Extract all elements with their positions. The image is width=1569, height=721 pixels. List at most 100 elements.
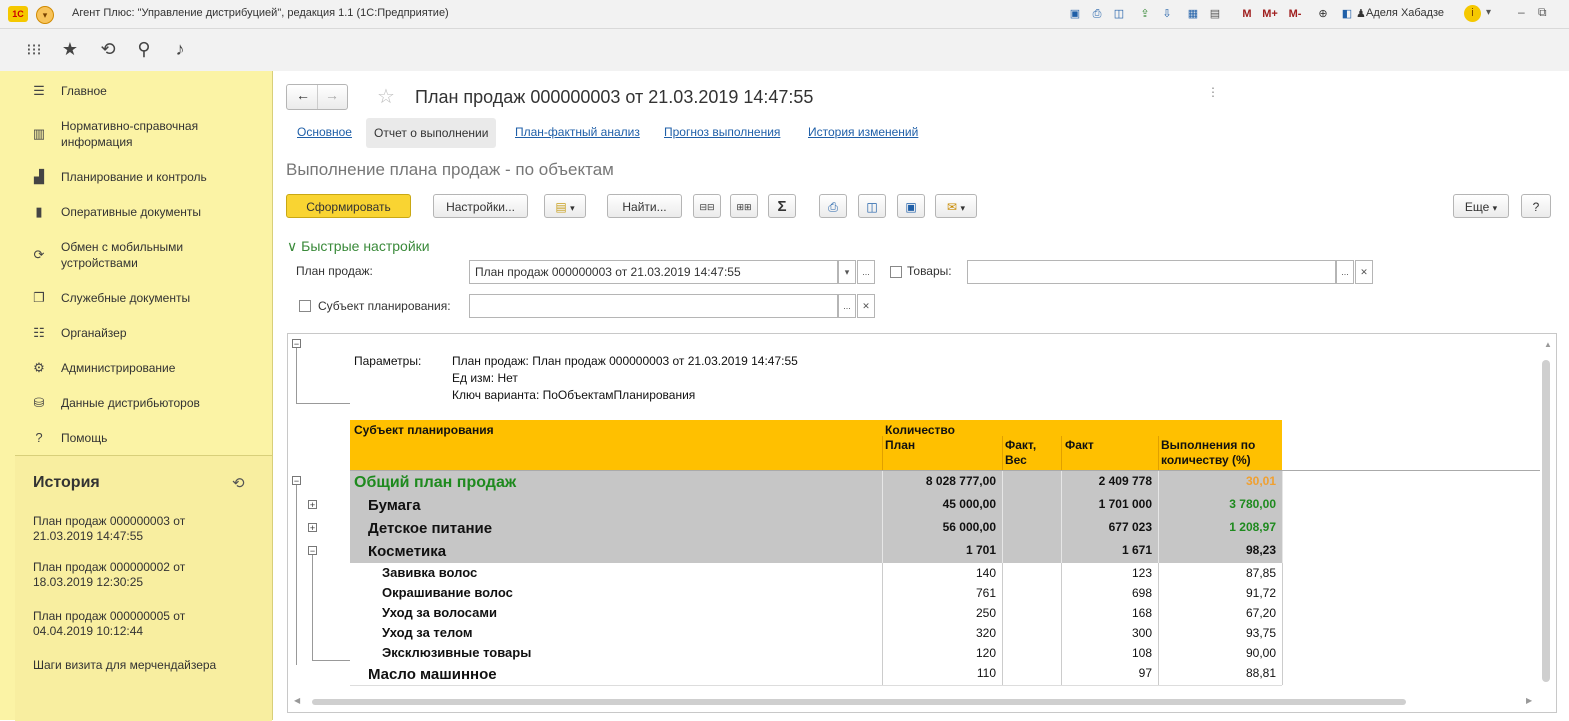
tab-main[interactable]: Основное — [297, 125, 352, 139]
save-icon[interactable]: ▣ — [897, 194, 925, 218]
group-collapse-icon[interactable]: − — [292, 476, 301, 486]
minimize-icon[interactable]: – — [1518, 5, 1525, 19]
subject-select-button[interactable]: ... — [838, 294, 856, 318]
main-menu-button[interactable]: ▾ — [36, 6, 54, 24]
tab-history[interactable]: История изменений — [808, 125, 918, 139]
history-icon[interactable]: ⟲ — [232, 474, 245, 492]
sidebar-item-label: Администрирование — [61, 361, 176, 375]
quick-settings-toggle[interactable]: ∨ Быстрые настройки — [287, 238, 430, 255]
history-icon[interactable]: ⟲ — [96, 39, 120, 60]
plan-field[interactable]: План продаж 000000003 от 21.03.2019 14:4… — [469, 260, 838, 284]
history-item[interactable]: План продаж 000000003 от 21.03.2019 14:4… — [33, 514, 243, 544]
save-icon[interactable]: ▣ — [1066, 5, 1084, 23]
window-icon[interactable]: ◧ — [1338, 5, 1356, 23]
generate-button[interactable]: Сформировать — [286, 194, 411, 218]
row-subject: Эксклюзивные товары — [382, 645, 532, 660]
star-icon[interactable]: ★ — [58, 39, 82, 60]
cell-pct: 91,72 — [1245, 586, 1276, 600]
goods-checkbox[interactable] — [890, 266, 902, 278]
scroll-left-icon[interactable]: ◀ — [294, 696, 300, 705]
subject-field[interactable] — [469, 294, 838, 318]
sidebar-item-label: Оперативные документы — [61, 205, 202, 219]
header-subject: Субъект планирования — [354, 423, 494, 437]
zoom-icon[interactable]: ⊕ — [1314, 5, 1332, 23]
plan-select-button[interactable]: ... — [857, 260, 875, 284]
expand-groups-icon[interactable]: ⊞⊞ — [730, 194, 758, 218]
print-icon[interactable]: ⎙ — [1088, 5, 1106, 23]
row-subject: Бумага — [368, 497, 421, 514]
email-button[interactable]: ✉ ▾ — [935, 194, 977, 218]
back-forward-group: ← → — [286, 84, 348, 110]
upload-icon[interactable]: ⇪ — [1136, 5, 1154, 23]
scroll-up-icon[interactable]: ▲ — [1544, 340, 1552, 349]
row-subject: Общий план продаж — [354, 474, 517, 491]
group-collapse-icon[interactable]: − — [308, 546, 317, 556]
cell-plan: 120 — [975, 646, 996, 660]
row-subject: Уход за волосами — [382, 605, 497, 620]
tab-plan-fact[interactable]: План-фактный анализ — [515, 125, 640, 139]
find-button[interactable]: Найти... — [607, 194, 682, 218]
goods-clear-button[interactable]: ✕ — [1355, 260, 1373, 284]
group-line — [296, 485, 297, 665]
info-icon[interactable]: i — [1464, 5, 1481, 22]
restore-icon[interactable]: ⧉ — [1538, 5, 1547, 20]
user-icon: ♟ — [1356, 8, 1366, 20]
settings-button[interactable]: Настройки... — [433, 194, 528, 218]
print-icon[interactable]: ⎙ — [819, 194, 847, 218]
cell-fact: 97 — [1138, 666, 1152, 680]
divider — [1282, 643, 1283, 663]
favorite-star-icon[interactable]: ☆ — [377, 84, 395, 109]
horizontal-scrollbar[interactable] — [312, 699, 1406, 705]
variant-button[interactable]: ▤ ▾ — [544, 194, 586, 218]
sum-button[interactable]: Σ — [768, 194, 796, 218]
group-expand-icon[interactable]: + — [308, 500, 317, 510]
collapse-groups-icon[interactable]: ⊟⊟ — [693, 194, 721, 218]
sidebar-item-label: Обмен с мобильными устройствами — [61, 240, 184, 270]
cell-fact: 2 409 778 — [1098, 474, 1152, 488]
report-spreadsheet[interactable]: − Параметры: План продаж: План продаж 00… — [287, 333, 1557, 713]
search-icon[interactable]: ⚲ — [132, 39, 156, 60]
subject-clear-button[interactable]: ✕ — [857, 294, 875, 318]
app-logo: 1С — [8, 6, 28, 22]
tab-forecast[interactable]: Прогноз выполнения — [664, 125, 780, 139]
back-arrow-icon[interactable]: ← — [296, 87, 310, 103]
calendar-icon[interactable]: ▤ — [1206, 5, 1224, 23]
download-icon[interactable]: ⇩ — [1158, 5, 1176, 23]
scroll-right-icon[interactable]: ▶ — [1526, 696, 1532, 705]
m-minus-button[interactable]: M- — [1284, 5, 1306, 23]
cell-plan: 250 — [975, 606, 996, 620]
subject-checkbox[interactable] — [299, 300, 311, 312]
group-line — [312, 660, 350, 661]
user-name[interactable]: Аделя Хабадзе — [1366, 7, 1444, 19]
divider — [882, 436, 883, 470]
goods-field[interactable] — [967, 260, 1336, 284]
cell-pct: 93,75 — [1245, 626, 1276, 640]
divider — [1282, 663, 1283, 685]
chevron-down-icon[interactable]: ▾ — [1486, 7, 1491, 18]
group-line — [296, 348, 297, 403]
forward-arrow-icon[interactable]: → — [325, 87, 339, 103]
history-item[interactable]: План продаж 000000005 от 04.04.2019 10:1… — [33, 609, 243, 639]
group-expand-icon[interactable]: + — [308, 523, 317, 533]
bell-icon[interactable]: ♪ — [168, 39, 192, 60]
calc-icon[interactable]: ▦ — [1184, 5, 1202, 23]
tab-report[interactable]: Отчет о выполнении — [366, 118, 497, 148]
preview-icon[interactable]: ◫ — [1110, 5, 1128, 23]
m-plus-button[interactable]: M+ — [1258, 5, 1282, 23]
apps-grid-icon[interactable]: ⁝⁝⁝ — [22, 40, 46, 60]
m-memory-button[interactable]: M — [1238, 5, 1256, 23]
vertical-scrollbar[interactable] — [1542, 360, 1550, 682]
history-item[interactable]: Шаги визита для мерчендайзера — [33, 658, 243, 673]
history-panel: История ⟲ План продаж 000000003 от 21.03… — [15, 455, 272, 721]
plan-dropdown-button[interactable]: ▾ — [838, 260, 856, 284]
history-item[interactable]: План продаж 000000002 от 18.03.2019 12:3… — [33, 560, 243, 590]
folder-icon: ▤ — [555, 200, 567, 214]
goods-select-button[interactable]: ... — [1336, 260, 1354, 284]
help-button[interactable]: ? — [1521, 194, 1551, 218]
more-button[interactable]: Еще ▾ — [1453, 194, 1509, 218]
more-dots-icon[interactable]: ⋮ — [1207, 85, 1219, 99]
cell-plan: 8 028 777,00 — [925, 474, 996, 488]
group-collapse-icon[interactable]: − — [292, 339, 301, 349]
catalog-icon: ▥ — [32, 126, 46, 141]
preview-icon[interactable]: ◫ — [858, 194, 886, 218]
